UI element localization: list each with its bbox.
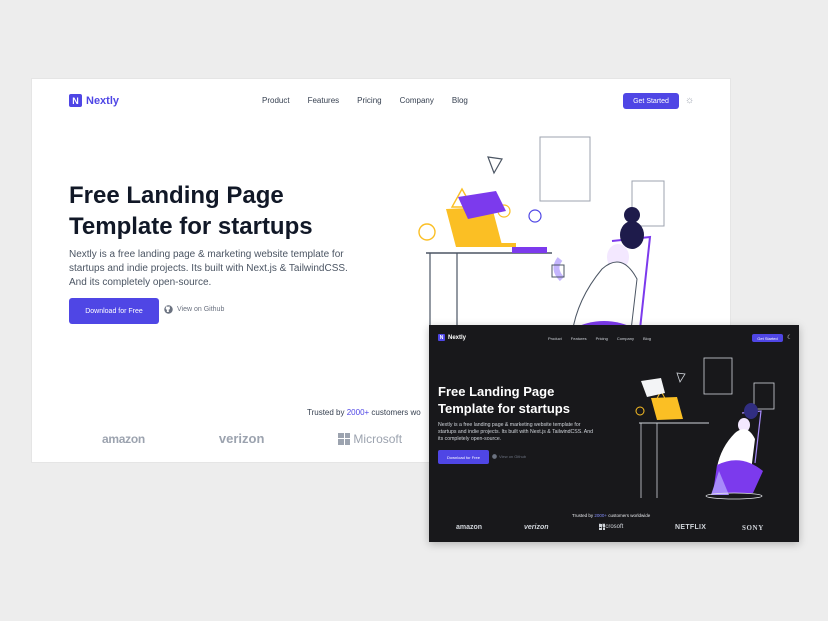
hero-title-line-2: Template for startups: [69, 213, 313, 240]
dark-nav-item-company[interactable]: Company: [617, 336, 634, 341]
dark-hero-title: Free Landing Page Template for startups: [438, 383, 608, 417]
hero-title: Free Landing Page Template for startups: [69, 180, 369, 242]
github-icon: [164, 305, 173, 314]
dark-theme-preview: N Nextly Product Features Pricing Compan…: [429, 325, 799, 542]
github-link-label: View on Github: [177, 306, 225, 313]
dark-hero-title-line-2: Template for startups: [438, 401, 570, 416]
dark-brand-sony: SONY: [742, 524, 764, 532]
nav-item-pricing[interactable]: Pricing: [357, 96, 381, 105]
github-link[interactable]: View on Github: [164, 305, 224, 314]
logo-text: Nextly: [86, 94, 120, 107]
dark-brand-netflix: NETFLIX: [675, 524, 707, 531]
dark-github-link-label: View on Github: [499, 454, 527, 459]
hero-description: Nextly is a free landing page & marketin…: [69, 249, 348, 288]
brand-logos: amazon verizon Microsoft: [102, 431, 402, 446]
dark-nav-item-features[interactable]: Features: [571, 336, 587, 341]
nav-item-product[interactable]: Product: [262, 96, 290, 105]
trusted-count: 2000+: [346, 408, 370, 417]
nav-item-company[interactable]: Company: [400, 96, 434, 105]
sun-icon[interactable]: ☼: [685, 95, 694, 106]
dark-nav-item-product[interactable]: Product: [548, 336, 562, 341]
dark-trusted-post: customers worldwide: [606, 513, 651, 518]
microsoft-logo-icon: [338, 432, 351, 445]
nav-menu: Product Features Pricing Company Blog: [262, 96, 468, 105]
download-button[interactable]: Download for Free: [69, 298, 159, 324]
moon-icon[interactable]: ☾: [787, 334, 792, 341]
dark-hero-title-line-1: Free Landing Page: [438, 384, 555, 399]
dark-github-link[interactable]: View on Github: [492, 454, 526, 459]
dark-nav-menu: Product Features Pricing Company Blog: [548, 336, 651, 341]
brand-microsoft: Microsoft: [338, 432, 402, 446]
dark-nav-item-pricing[interactable]: Pricing: [596, 336, 608, 341]
hero-title-line-1: Free Landing Page: [69, 182, 284, 209]
brand-verizon: verizon: [218, 431, 265, 446]
dark-brand-amazon: amazon: [456, 524, 483, 531]
dark-brand-logos: amazon verizon Microsoft NETFLIX SONY: [429, 524, 799, 536]
dark-logo-mark-icon: N: [438, 334, 445, 341]
trusted-post: customers wo: [369, 408, 421, 417]
logo[interactable]: N Nextly: [69, 94, 119, 107]
dark-brand-verizon: verizon: [524, 524, 549, 531]
dark-logo-text: Nextly: [448, 334, 467, 341]
dark-download-button[interactable]: Download for Free: [438, 450, 489, 464]
logo-mark-icon: N: [69, 94, 82, 107]
dark-trusted-count: 2000+: [594, 513, 607, 518]
dark-trusted-pre: Trusted by: [572, 513, 595, 518]
dark-logo[interactable]: N Nextly: [438, 334, 466, 341]
dark-github-icon: [492, 454, 497, 459]
dark-microsoft-logo-icon: [599, 524, 605, 530]
get-started-button[interactable]: Get Started: [623, 93, 679, 109]
brand-microsoft-label: Microsoft: [353, 431, 403, 446]
dark-hero-illustration: [635, 357, 775, 500]
trusted-pre: Trusted by: [307, 408, 347, 417]
dark-hero-description: Nextly is a free landing page & marketin…: [438, 422, 594, 443]
nav-item-blog[interactable]: Blog: [452, 96, 468, 105]
dark-get-started-button[interactable]: Get Started: [752, 334, 783, 342]
dark-nav-item-blog[interactable]: Blog: [643, 336, 651, 341]
dark-brand-microsoft: Microsoft: [599, 524, 623, 530]
dark-trusted-by-text: Trusted by 2000+ customers worldwide: [572, 513, 650, 518]
navbar: N Nextly Product Features Pricing Compan…: [32, 79, 730, 123]
trusted-by-text: Trusted by 2000+ customers wo: [307, 408, 421, 417]
nav-item-features[interactable]: Features: [308, 96, 340, 105]
brand-amazon: amazon: [102, 431, 145, 446]
